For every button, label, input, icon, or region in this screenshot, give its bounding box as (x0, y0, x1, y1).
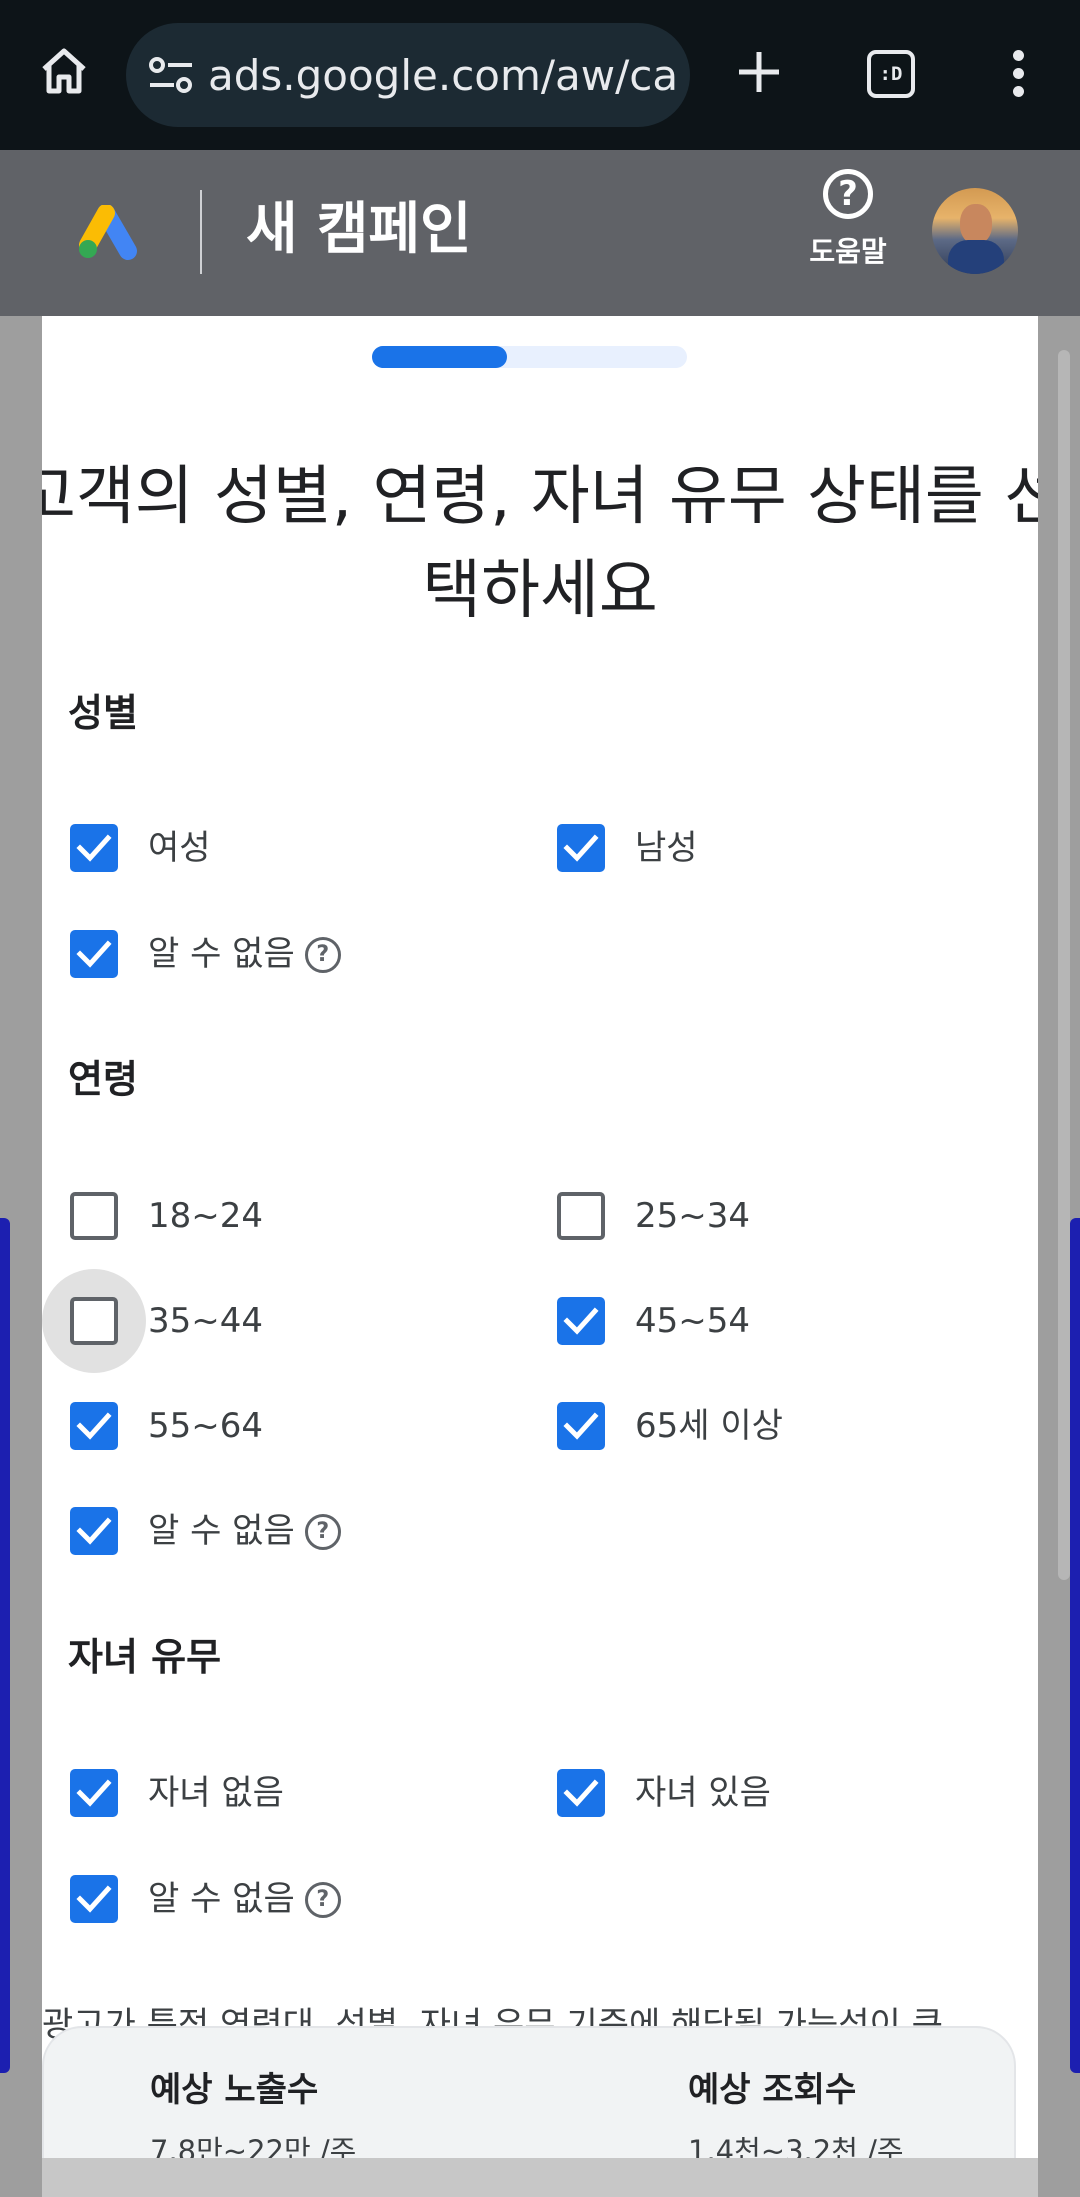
new-tab-icon[interactable] (735, 48, 783, 96)
avatar[interactable] (932, 188, 1018, 274)
checkbox-unchecked[interactable] (557, 1192, 605, 1240)
option-label-text: 65세 이상 (635, 1406, 783, 1446)
option-label-text: 55~64 (148, 1406, 264, 1446)
checkbox-unchecked[interactable] (70, 1297, 118, 1345)
option-label-text: 45~54 (635, 1301, 751, 1341)
option-label-text: 알 수 없음 (148, 1511, 295, 1551)
option-label-text: 여성 (148, 828, 211, 868)
step-heading: 고객의 성별, 연령, 자녀 유무 상태를 선택하세요 (42, 460, 1038, 628)
option-label-text: 25~34 (635, 1196, 751, 1236)
help-icon[interactable]: ? (823, 169, 873, 219)
option-label: 자녀 없음 (148, 1767, 284, 1819)
option-label-text: 자녀 없음 (148, 1773, 284, 1813)
section-title-age: 연령 (68, 1057, 138, 1101)
ads-header: 새 캠페인 ? 도움말 (0, 150, 1080, 316)
home-icon[interactable] (38, 45, 90, 97)
estimated-impressions-title: 예상 노출수 (150, 2070, 319, 2110)
address-bar[interactable]: ads.google.com/aw/campaigns (126, 23, 690, 127)
option-label-text: 남성 (635, 828, 698, 868)
scrollbar[interactable] (1058, 350, 1070, 1580)
help-circle-icon[interactable]: ? (304, 1882, 341, 1918)
help-circle-icon[interactable]: ? (304, 937, 341, 973)
checkbox-checked[interactable] (70, 930, 118, 978)
checkbox-checked[interactable] (70, 824, 118, 872)
browser-toolbar: ads.google.com/aw/campaigns :D (0, 0, 1080, 150)
option-label: 18~24 (148, 1190, 263, 1242)
option-label: 알 수 없음? (148, 1873, 341, 1925)
estimated-views-title: 예상 조회수 (688, 2070, 857, 2110)
help-label[interactable]: 도움말 (800, 235, 896, 269)
checkbox-unchecked[interactable] (70, 1192, 118, 1240)
checkbox-checked[interactable] (70, 1875, 118, 1923)
section-title-gender: 성별 (68, 691, 138, 735)
option-label: 45~54 (635, 1295, 750, 1347)
option-label-text: 알 수 없음 (148, 934, 295, 974)
checkbox-checked[interactable] (557, 1297, 605, 1345)
option-label: 35~44 (148, 1295, 263, 1347)
option-label-text: 35~44 (148, 1301, 264, 1341)
option-label: 25~34 (635, 1190, 750, 1242)
edge-indicator-right (1070, 1218, 1080, 2073)
checkbox-checked[interactable] (557, 1769, 605, 1817)
option-label-text: 자녀 있음 (635, 1773, 771, 1813)
option-label: 65세 이상 (635, 1400, 783, 1452)
progress-bar-fill (372, 346, 508, 368)
page-title: 새 캠페인 (246, 197, 472, 262)
section-title-parental-status: 자녀 유무 (68, 1635, 222, 1679)
option-label: 알 수 없음? (148, 928, 341, 980)
option-label: 자녀 있음 (635, 1767, 771, 1819)
url-text[interactable]: ads.google.com/aw/campaigns (208, 51, 678, 101)
more-menu-icon[interactable] (1000, 50, 1036, 102)
help-circle-icon[interactable]: ? (304, 1514, 341, 1550)
edge-indicator-left (0, 1218, 10, 2073)
checkbox-checked[interactable] (70, 1402, 118, 1450)
option-label: 알 수 없음? (148, 1505, 341, 1557)
checkbox-checked[interactable] (70, 1507, 118, 1555)
checkbox-checked[interactable] (557, 824, 605, 872)
checkbox-checked[interactable] (70, 1769, 118, 1817)
main-content: 고객의 성별, 연령, 자녀 유무 상태를 선택하세요 성별 여성 남성알 수 없… (42, 316, 1038, 2197)
header-divider (200, 190, 202, 274)
option-label: 여성 (148, 822, 211, 874)
option-label-text: 알 수 없음 (148, 1879, 295, 1919)
option-label-text: 18~24 (148, 1196, 264, 1236)
option-label: 남성 (635, 822, 698, 874)
option-label: 55~64 (148, 1400, 263, 1452)
google-ads-logo (76, 204, 140, 261)
tab-switcher-button[interactable]: :D (867, 50, 915, 98)
progress-bar (372, 346, 687, 368)
site-settings-icon[interactable] (148, 57, 194, 93)
checkbox-checked[interactable] (557, 1402, 605, 1450)
bottom-strip (42, 2158, 1038, 2197)
